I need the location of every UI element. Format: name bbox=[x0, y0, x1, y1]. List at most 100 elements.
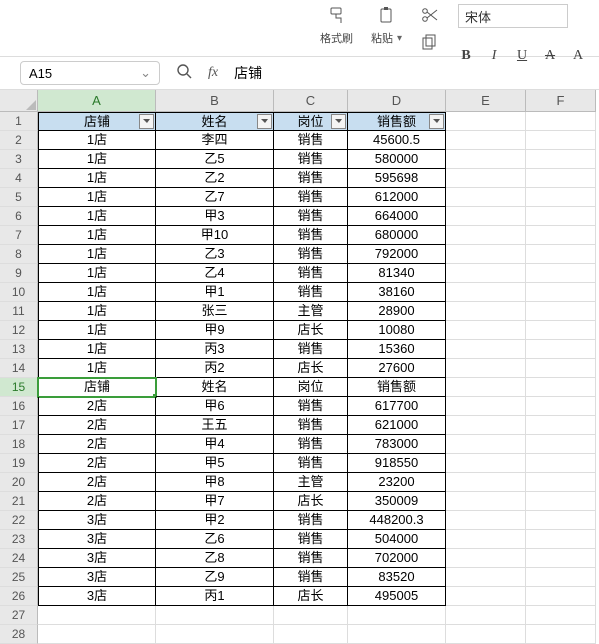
cell[interactable]: 45600.5 bbox=[348, 131, 446, 150]
cell[interactable]: 617700 bbox=[348, 397, 446, 416]
cell[interactable] bbox=[446, 397, 526, 416]
cell[interactable]: 销售 bbox=[274, 568, 348, 587]
cell[interactable]: 2店 bbox=[38, 473, 156, 492]
cell[interactable] bbox=[38, 606, 156, 625]
cell[interactable] bbox=[526, 511, 596, 530]
cell[interactable]: 乙5 bbox=[156, 150, 274, 169]
cell[interactable]: 580000 bbox=[348, 150, 446, 169]
cell[interactable] bbox=[526, 492, 596, 511]
cell[interactable] bbox=[526, 473, 596, 492]
cell[interactable] bbox=[348, 625, 446, 644]
cell[interactable]: 销售 bbox=[274, 283, 348, 302]
cell[interactable]: 702000 bbox=[348, 549, 446, 568]
cell[interactable] bbox=[526, 435, 596, 454]
cell[interactable] bbox=[526, 302, 596, 321]
cell[interactable] bbox=[156, 606, 274, 625]
cell[interactable]: 销售 bbox=[274, 530, 348, 549]
row-header[interactable]: 10 bbox=[0, 283, 38, 302]
cell[interactable] bbox=[526, 321, 596, 340]
cell[interactable] bbox=[526, 112, 596, 131]
cell[interactable]: 918550 bbox=[348, 454, 446, 473]
cell[interactable] bbox=[526, 587, 596, 606]
cell[interactable] bbox=[446, 150, 526, 169]
formula-value[interactable]: 店铺 bbox=[234, 63, 262, 83]
cell[interactable]: 83520 bbox=[348, 568, 446, 587]
cell[interactable] bbox=[446, 226, 526, 245]
cell[interactable] bbox=[274, 606, 348, 625]
row-header[interactable]: 4 bbox=[0, 169, 38, 188]
row-header[interactable]: 23 bbox=[0, 530, 38, 549]
cell[interactable]: 1店 bbox=[38, 131, 156, 150]
cell[interactable]: 甲6 bbox=[156, 397, 274, 416]
select-all-corner[interactable] bbox=[0, 90, 38, 112]
cell[interactable] bbox=[446, 378, 526, 397]
cell[interactable] bbox=[526, 226, 596, 245]
cell[interactable]: 姓名 bbox=[156, 112, 274, 131]
strike-button[interactable]: A bbox=[542, 48, 558, 64]
cell[interactable]: 23200 bbox=[348, 473, 446, 492]
cell[interactable] bbox=[446, 606, 526, 625]
cell[interactable] bbox=[526, 283, 596, 302]
cell[interactable]: 甲2 bbox=[156, 511, 274, 530]
column-header-B[interactable]: B bbox=[156, 90, 274, 112]
cell[interactable]: 664000 bbox=[348, 207, 446, 226]
cell[interactable]: 621000 bbox=[348, 416, 446, 435]
cell[interactable] bbox=[446, 359, 526, 378]
cell[interactable] bbox=[446, 283, 526, 302]
row-header[interactable]: 7 bbox=[0, 226, 38, 245]
cell[interactable] bbox=[348, 606, 446, 625]
row-header[interactable]: 16 bbox=[0, 397, 38, 416]
cell[interactable]: 张三 bbox=[156, 302, 274, 321]
cell[interactable]: 1店 bbox=[38, 321, 156, 340]
cell[interactable]: 3店 bbox=[38, 511, 156, 530]
column-header-F[interactable]: F bbox=[526, 90, 596, 112]
cell[interactable]: 2店 bbox=[38, 435, 156, 454]
cell[interactable]: 销售 bbox=[274, 169, 348, 188]
cell[interactable]: 店长 bbox=[274, 587, 348, 606]
cell[interactable]: 甲10 bbox=[156, 226, 274, 245]
row-header[interactable]: 17 bbox=[0, 416, 38, 435]
cell[interactable] bbox=[526, 625, 596, 644]
row-header[interactable]: 24 bbox=[0, 549, 38, 568]
font-name-input[interactable] bbox=[458, 4, 568, 28]
cut-button[interactable] bbox=[420, 0, 440, 54]
row-header[interactable]: 11 bbox=[0, 302, 38, 321]
filter-dropdown-icon[interactable] bbox=[331, 114, 346, 129]
cell[interactable]: 1店 bbox=[38, 150, 156, 169]
bold-button[interactable]: B bbox=[458, 48, 474, 64]
cell[interactable]: 38160 bbox=[348, 283, 446, 302]
cell[interactable]: 甲4 bbox=[156, 435, 274, 454]
format-painter-button[interactable]: 格式刷 bbox=[320, 0, 353, 46]
cell[interactable]: 丙3 bbox=[156, 340, 274, 359]
cell[interactable]: 3店 bbox=[38, 568, 156, 587]
cell[interactable]: 1店 bbox=[38, 340, 156, 359]
cell[interactable]: 店铺 bbox=[38, 378, 156, 397]
cell[interactable]: 甲9 bbox=[156, 321, 274, 340]
cell[interactable]: 销售 bbox=[274, 549, 348, 568]
cell[interactable]: 销售 bbox=[274, 340, 348, 359]
cell[interactable]: 2店 bbox=[38, 454, 156, 473]
cell[interactable] bbox=[446, 321, 526, 340]
cell[interactable]: 10080 bbox=[348, 321, 446, 340]
cell[interactable]: 主管 bbox=[274, 473, 348, 492]
cell[interactable] bbox=[526, 606, 596, 625]
cell[interactable]: 销售 bbox=[274, 454, 348, 473]
filter-dropdown-icon[interactable] bbox=[257, 114, 272, 129]
cell[interactable] bbox=[446, 473, 526, 492]
row-header[interactable]: 21 bbox=[0, 492, 38, 511]
row-header[interactable]: 12 bbox=[0, 321, 38, 340]
cell[interactable]: 1店 bbox=[38, 226, 156, 245]
cell[interactable]: 销售 bbox=[274, 264, 348, 283]
cell[interactable]: 销售 bbox=[274, 226, 348, 245]
row-header[interactable]: 19 bbox=[0, 454, 38, 473]
copy-icon[interactable] bbox=[420, 32, 440, 54]
cell[interactable]: 1店 bbox=[38, 188, 156, 207]
filter-dropdown-icon[interactable] bbox=[139, 114, 154, 129]
cell[interactable]: 783000 bbox=[348, 435, 446, 454]
cell[interactable] bbox=[446, 169, 526, 188]
column-header-C[interactable]: C bbox=[274, 90, 348, 112]
cell[interactable] bbox=[526, 207, 596, 226]
row-header[interactable]: 28 bbox=[0, 625, 38, 644]
cell[interactable] bbox=[446, 188, 526, 207]
row-header[interactable]: 20 bbox=[0, 473, 38, 492]
